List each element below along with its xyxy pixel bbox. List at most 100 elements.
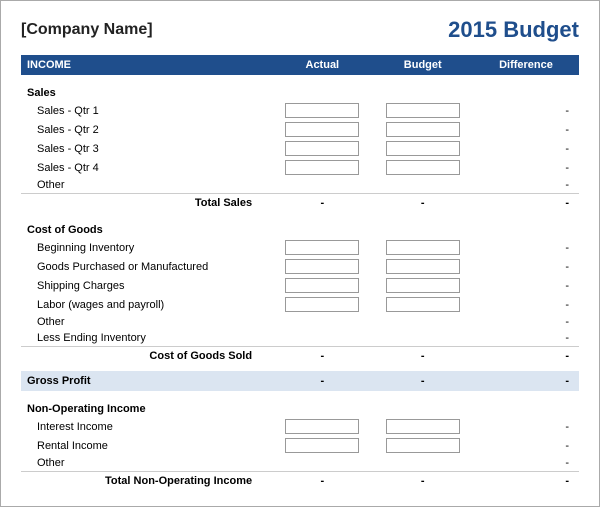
table-row: Other- (21, 314, 579, 330)
total-cogs-diff: - (473, 347, 579, 366)
input-box[interactable] (386, 122, 460, 137)
row-label: Other (21, 455, 272, 472)
budget-cell[interactable] (373, 295, 473, 314)
table-header: INCOME Actual Budget Difference (21, 55, 579, 75)
input-box[interactable] (285, 160, 359, 175)
input-box[interactable] (386, 141, 460, 156)
budget-cell[interactable] (373, 238, 473, 257)
gross-profit-actual: - (272, 371, 372, 391)
total-sales-diff: - (473, 194, 579, 213)
row-label: Other (21, 314, 272, 330)
input-box[interactable] (386, 438, 460, 453)
row-label: Labor (wages and payroll) (21, 295, 272, 314)
table-row: Interest Income - (21, 417, 579, 436)
row-label: Shipping Charges (21, 276, 272, 295)
input-box[interactable] (285, 438, 359, 453)
total-cogs-row: Cost of Goods Sold - - - (21, 347, 579, 366)
table-row: Sales - Qtr 4 - (21, 158, 579, 177)
diff-cell: - (473, 455, 579, 472)
table-row: Other - (21, 177, 579, 194)
input-box[interactable] (386, 297, 460, 312)
input-box[interactable] (386, 278, 460, 293)
input-box[interactable] (386, 160, 460, 175)
input-box[interactable] (285, 297, 359, 312)
total-sales-actual: - (272, 194, 372, 213)
non-op-section-label: Non-Operating Income (21, 397, 579, 417)
actual-cell[interactable] (272, 295, 372, 314)
budget-title: 2015 Budget (448, 17, 579, 43)
budget-cell[interactable] (373, 417, 473, 436)
input-box[interactable] (285, 122, 359, 137)
gross-profit-row: Gross Profit - - - (21, 371, 579, 391)
actual-cell (272, 330, 372, 347)
diff-cell: - (473, 238, 579, 257)
diff-cell: - (473, 257, 579, 276)
input-box[interactable] (285, 141, 359, 156)
input-box[interactable] (386, 103, 460, 118)
gross-profit-label: Gross Profit (21, 371, 272, 391)
input-box[interactable] (386, 419, 460, 434)
actual-cell[interactable] (272, 276, 372, 295)
budget-cell[interactable] (373, 139, 473, 158)
actual-cell[interactable] (272, 417, 372, 436)
input-box[interactable] (285, 103, 359, 118)
row-label: Other (21, 177, 272, 194)
table-row: Labor (wages and payroll)- (21, 295, 579, 314)
row-label: Interest Income (21, 417, 272, 436)
budget-cell[interactable] (373, 436, 473, 455)
actual-cell (272, 314, 372, 330)
total-non-op-actual: - (272, 472, 372, 491)
input-box[interactable] (285, 240, 359, 255)
budget-page: [Company Name] 2015 Budget INCOME Actual… (0, 0, 600, 507)
actual-cell (272, 177, 372, 194)
budget-cell[interactable] (373, 120, 473, 139)
row-label: Less Ending Inventory (21, 330, 272, 347)
actual-cell[interactable] (272, 101, 372, 120)
actual-cell (272, 455, 372, 472)
table-row: Goods Purchased or Manufactured - (21, 257, 579, 276)
row-label: Rental Income (21, 436, 272, 455)
actual-cell[interactable] (272, 158, 372, 177)
budget-cell (373, 455, 473, 472)
input-box[interactable] (386, 259, 460, 274)
budget-cell (373, 314, 473, 330)
input-box[interactable] (285, 259, 359, 274)
row-label: Sales - Qtr 4 (21, 158, 272, 177)
total-non-op-row: Total Non-Operating Income - - - (21, 472, 579, 491)
budget-cell[interactable] (373, 276, 473, 295)
total-cogs-budget: - (373, 347, 473, 366)
diff-cell: - (473, 417, 579, 436)
gross-profit-diff: - (473, 371, 579, 391)
diff-cell: - (473, 120, 579, 139)
sales-section-label: Sales (21, 81, 579, 101)
row-label: Goods Purchased or Manufactured (21, 257, 272, 276)
budget-cell[interactable] (373, 158, 473, 177)
budget-header: Budget (373, 55, 473, 75)
diff-cell: - (473, 177, 579, 194)
budget-cell (373, 177, 473, 194)
row-label: Sales - Qtr 2 (21, 120, 272, 139)
table-row: Other - (21, 455, 579, 472)
total-sales-label: Total Sales (21, 194, 272, 213)
budget-table: INCOME Actual Budget Difference Sales Sal… (21, 55, 579, 490)
input-box[interactable] (285, 419, 359, 434)
input-box[interactable] (386, 240, 460, 255)
total-cogs-actual: - (272, 347, 372, 366)
table-row: Beginning Inventory - (21, 238, 579, 257)
total-non-op-diff: - (473, 472, 579, 491)
actual-cell[interactable] (272, 120, 372, 139)
total-cogs-label: Cost of Goods Sold (21, 347, 272, 366)
budget-cell (373, 330, 473, 347)
actual-cell[interactable] (272, 238, 372, 257)
budget-cell[interactable] (373, 257, 473, 276)
actual-cell[interactable] (272, 436, 372, 455)
budget-cell[interactable] (373, 101, 473, 120)
actual-cell[interactable] (272, 139, 372, 158)
diff-cell: - (473, 139, 579, 158)
row-label: Beginning Inventory (21, 238, 272, 257)
actual-header: Actual (272, 55, 372, 75)
diff-cell: - (473, 158, 579, 177)
actual-cell[interactable] (272, 257, 372, 276)
table-row: Sales - Qtr 3- (21, 139, 579, 158)
input-box[interactable] (285, 278, 359, 293)
